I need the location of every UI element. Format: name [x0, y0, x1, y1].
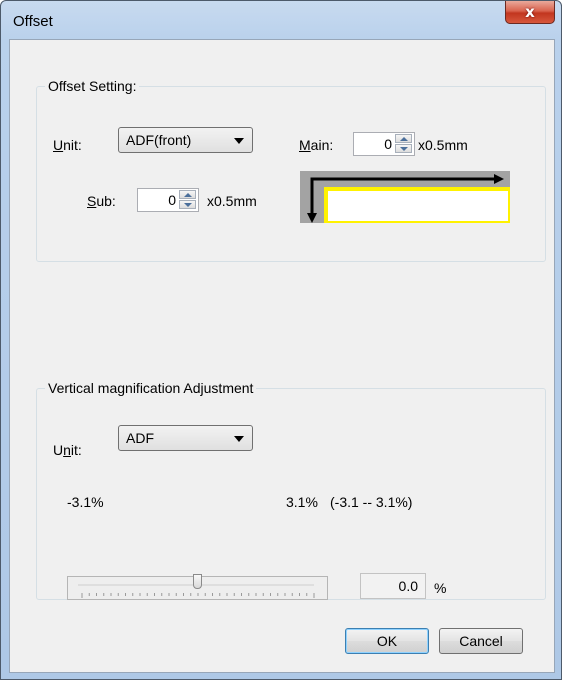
- main-offset-spinner[interactable]: 0: [353, 132, 415, 156]
- sub-down-arrow-icon[interactable]: [179, 200, 196, 209]
- window-title: Offset: [13, 13, 53, 30]
- percent-label: %: [434, 580, 447, 596]
- main-down-arrow-icon[interactable]: [395, 144, 412, 153]
- main-up-arrow-icon[interactable]: [395, 134, 412, 143]
- slider-range-label: (-3.1 -- 3.1%): [330, 494, 413, 510]
- magnification-value-box: 0.0: [360, 573, 426, 599]
- vertical-magnification-label: Vertical magnification Adjustment: [45, 380, 257, 396]
- vertical-unit-label: Unit:: [53, 442, 82, 458]
- magnification-slider[interactable]: [67, 574, 328, 600]
- title-bar: Offset x: [1, 1, 561, 39]
- offset-dialog: Offset x Offset Setting: Unit: ADF(front…: [0, 0, 562, 680]
- offset-unit-dropdown[interactable]: ADF(front): [118, 127, 253, 153]
- main-unit-label: x0.5mm: [418, 137, 468, 153]
- magnification-value: 0.0: [398, 578, 418, 594]
- main-offset-value: 0: [384, 136, 392, 152]
- cancel-button[interactable]: Cancel: [439, 628, 523, 654]
- vertical-unit-dropdown[interactable]: ADF: [118, 425, 253, 451]
- slider-max-label: 3.1%: [286, 494, 318, 510]
- main-label: Main:: [299, 137, 334, 153]
- offset-direction-diagram: [300, 171, 510, 223]
- close-button[interactable]: x: [505, 1, 555, 24]
- ok-button[interactable]: OK: [345, 628, 429, 654]
- offset-setting-label: Offset Setting:: [45, 78, 140, 94]
- sub-offset-value: 0: [168, 192, 176, 208]
- sub-up-arrow-icon[interactable]: [179, 190, 196, 199]
- vertical-unit-value: ADF: [126, 430, 154, 446]
- sub-label: Sub:: [87, 193, 116, 209]
- chevron-down-icon: [234, 436, 244, 442]
- offset-unit-label: Unit:: [53, 137, 82, 153]
- slider-min-label: -3.1%: [67, 494, 104, 510]
- sub-offset-spinner[interactable]: 0: [137, 188, 199, 212]
- slider-thumb[interactable]: [193, 574, 202, 589]
- dialog-client-area: Offset Setting: Unit: ADF(front) Main: 0…: [9, 39, 555, 673]
- sub-unit-label: x0.5mm: [207, 193, 257, 209]
- chevron-down-icon: [234, 138, 244, 144]
- close-icon: x: [525, 3, 535, 21]
- offset-unit-value: ADF(front): [126, 132, 192, 148]
